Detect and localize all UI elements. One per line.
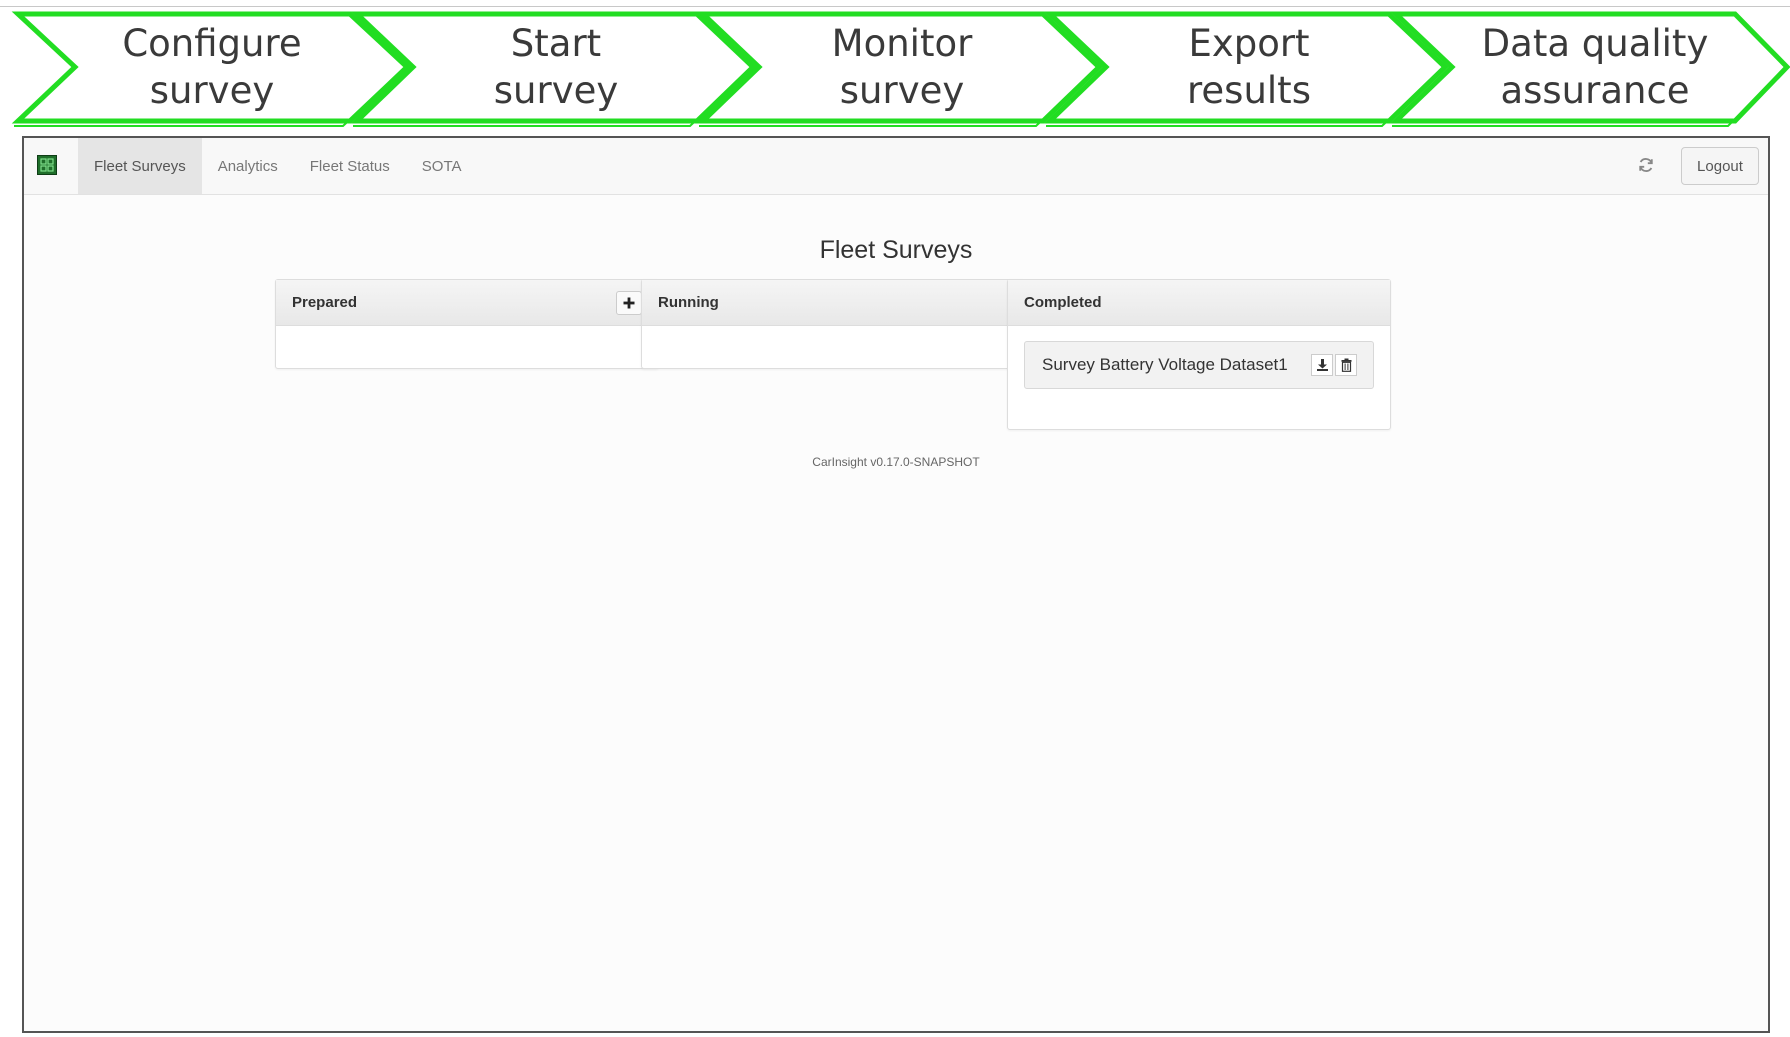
tab-sota[interactable]: SOTA <box>406 138 478 194</box>
app-window: Fleet Surveys Analytics Fleet Status SOT… <box>22 136 1770 1033</box>
workflow-step-monitor-survey: Monitor survey <box>831 22 973 112</box>
tab-fleet-status[interactable]: Fleet Status <box>294 138 406 194</box>
plus-icon <box>623 297 635 309</box>
nav-tabs: Fleet Surveys Analytics Fleet Status SOT… <box>78 138 478 194</box>
top-navbar: Fleet Surveys Analytics Fleet Status SOT… <box>24 138 1768 195</box>
workflow-step-start-survey: Start survey <box>493 22 619 112</box>
download-survey-button[interactable] <box>1311 354 1333 376</box>
refresh-icon[interactable] <box>1636 155 1656 175</box>
prepared-panel: Prepared <box>275 279 659 369</box>
running-panel: Running <box>641 279 1025 369</box>
completed-survey-item: Survey Battery Voltage Dataset1 <box>1024 341 1374 389</box>
survey-name[interactable]: Survey Battery Voltage Dataset1 <box>1042 342 1288 388</box>
download-icon <box>1317 359 1328 371</box>
workflow-step-configure-survey: Configure survey <box>122 22 302 112</box>
page-title: Fleet Surveys <box>819 236 973 264</box>
running-panel-heading: Running <box>642 280 1024 326</box>
running-panel-title: Running <box>658 294 719 311</box>
trash-icon <box>1341 358 1352 372</box>
logout-button[interactable]: Logout <box>1681 147 1759 185</box>
workflow-step-data-quality-assurance: Data quality assurance <box>1481 22 1709 112</box>
completed-panel-heading: Completed <box>1008 280 1390 326</box>
delete-survey-button[interactable] <box>1335 354 1357 376</box>
completed-panel-title: Completed <box>1024 294 1102 311</box>
prepared-panel-title: Prepared <box>292 294 358 311</box>
add-survey-button[interactable] <box>616 291 642 315</box>
completed-panel: Completed Survey Battery Voltage Dataset… <box>1007 279 1391 430</box>
tab-analytics[interactable]: Analytics <box>202 138 294 194</box>
app-version: CarInsight v0.17.0-SNAPSHOT <box>812 455 980 469</box>
tab-fleet-surveys[interactable]: Fleet Surveys <box>78 138 202 194</box>
workflow-step-export-results: Export results <box>1187 22 1311 112</box>
grid-logo-icon[interactable] <box>37 155 57 175</box>
workflow-steps: Configure survey Start survey Monitor su… <box>0 0 1790 132</box>
prepared-panel-heading: Prepared <box>276 280 658 326</box>
